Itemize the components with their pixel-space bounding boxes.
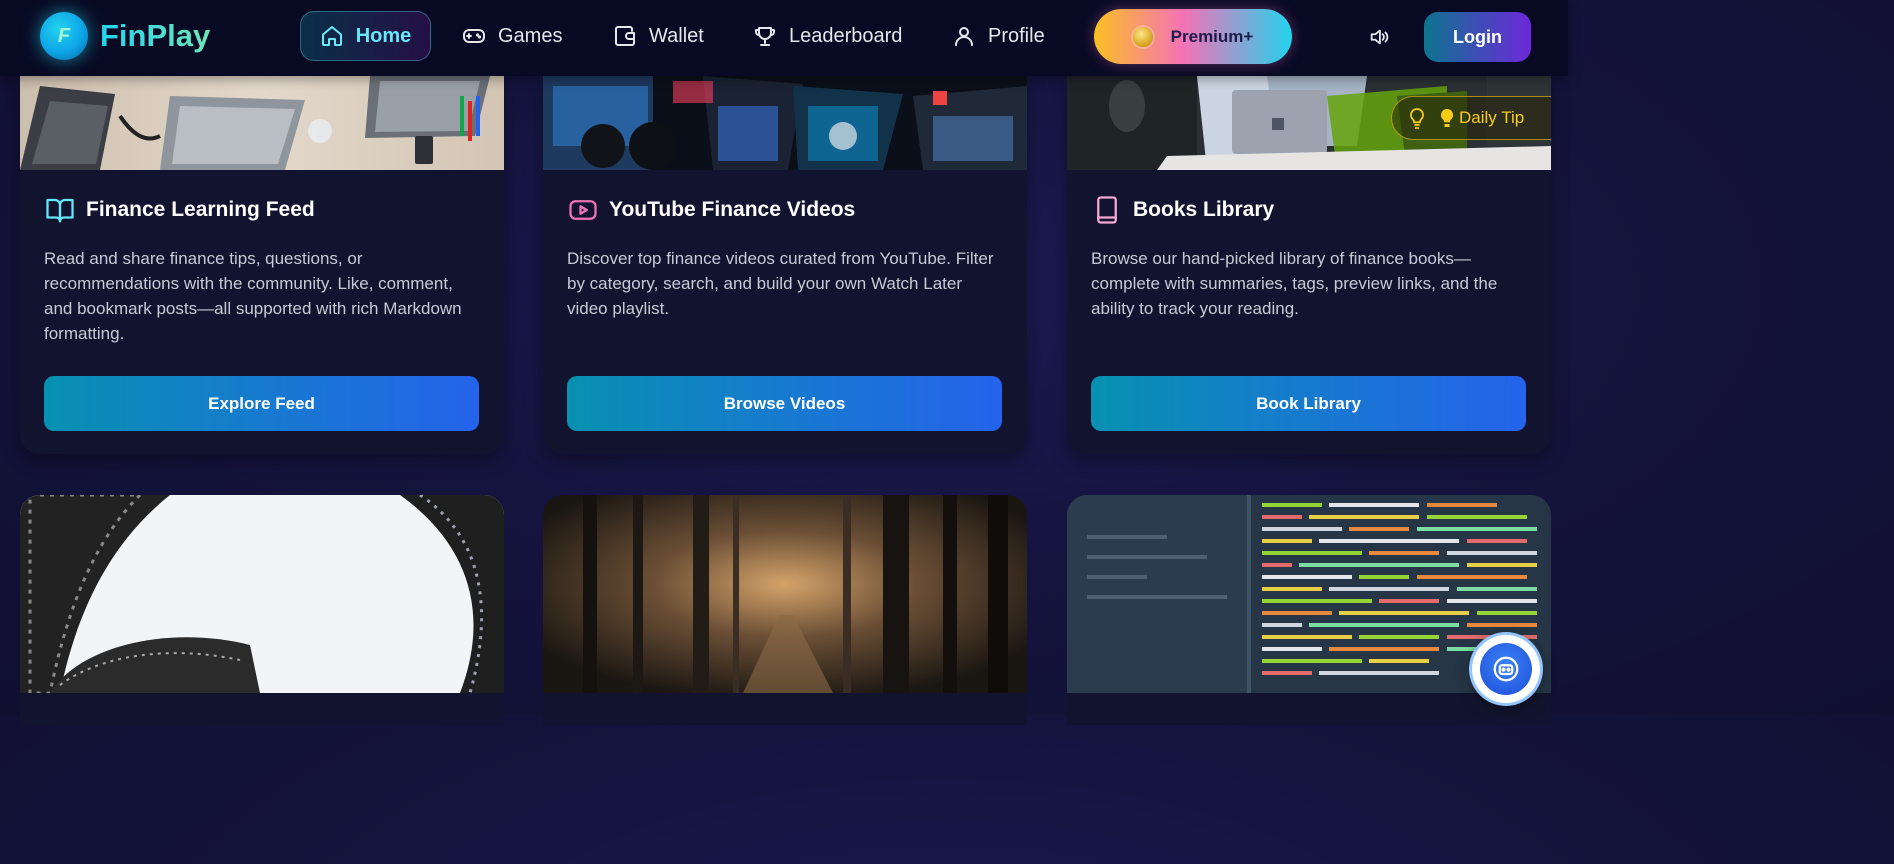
nav-item-games[interactable]: Games [462, 11, 562, 61]
top-navbar: F FinPlay Home Games Wallet Leaderboard … [0, 0, 1568, 76]
premium-label: Premium+ [1170, 26, 1254, 46]
card-architecture [20, 495, 504, 725]
daily-tip-button[interactable]: Daily Tip [1391, 96, 1551, 140]
brand-logo[interactable]: F FinPlay [40, 12, 210, 60]
user-icon [955, 27, 973, 46]
card-forest [543, 495, 1027, 725]
card-title: YouTube Finance Videos [609, 198, 856, 221]
card-finance-feed: Finance Learning Feed Read and share fin… [20, 76, 504, 454]
card-description: Read and share finance tips, questions, … [44, 249, 462, 343]
card-youtube-videos: YouTube Finance Videos Discover top fina… [543, 76, 1027, 454]
browse-videos-button[interactable]: Browse Videos [567, 376, 1002, 431]
daily-tip-label: Daily Tip [1459, 108, 1525, 127]
book-library-button[interactable]: Book Library [1091, 376, 1526, 431]
speaker-icon[interactable] [1368, 26, 1390, 53]
card-title-row: YouTube Finance Videos [567, 195, 855, 225]
video-play-icon [569, 200, 597, 220]
card-description: Discover top finance videos curated from… [567, 249, 994, 318]
open-book-icon [46, 198, 74, 223]
robot-icon [1480, 643, 1532, 695]
nav-item-home[interactable]: Home [300, 11, 431, 61]
card-image-screens [543, 76, 1027, 170]
brand-name: FinPlay [100, 18, 211, 53]
lightbulb-icon [1410, 108, 1424, 129]
book-icon [1097, 196, 1117, 224]
nav-item-wallet[interactable]: Wallet [613, 11, 704, 61]
card-image-spiral-building [20, 495, 504, 693]
premium-button[interactable]: Premium+ [1094, 9, 1292, 64]
nav-item-profile[interactable]: Profile [952, 11, 1045, 61]
home-icon [321, 26, 342, 46]
card-title: Books Library [1133, 198, 1275, 221]
card-title-row: Books Library [1091, 195, 1274, 225]
nav-item-label: Games [498, 24, 563, 47]
trophy-icon [755, 27, 775, 46]
lightbulb-icon [1440, 108, 1454, 127]
card-title: Finance Learning Feed [86, 198, 315, 221]
card-description: Browse our hand-picked library of financ… [1091, 249, 1498, 318]
card-code [1067, 495, 1551, 725]
wallet-icon [615, 26, 635, 46]
logo-icon: F [40, 12, 88, 60]
coin-icon [1132, 26, 1153, 47]
card-image-forest-path [543, 495, 1027, 693]
chatbot-button[interactable] [1472, 635, 1540, 703]
card-image-workspace [20, 76, 504, 170]
login-button[interactable]: Login [1424, 12, 1531, 62]
nav-item-label: Home [355, 24, 412, 47]
nav-item-leaderboard[interactable]: Leaderboard [753, 11, 902, 61]
nav-item-label: Wallet [649, 24, 704, 47]
explore-feed-button[interactable]: Explore Feed [44, 376, 479, 431]
nav-item-label: Leaderboard [789, 24, 903, 47]
logo-letter: F [57, 24, 71, 47]
card-title-row: Finance Learning Feed [44, 195, 315, 225]
gamepad-icon [463, 29, 485, 43]
nav-item-label: Profile [988, 24, 1045, 47]
